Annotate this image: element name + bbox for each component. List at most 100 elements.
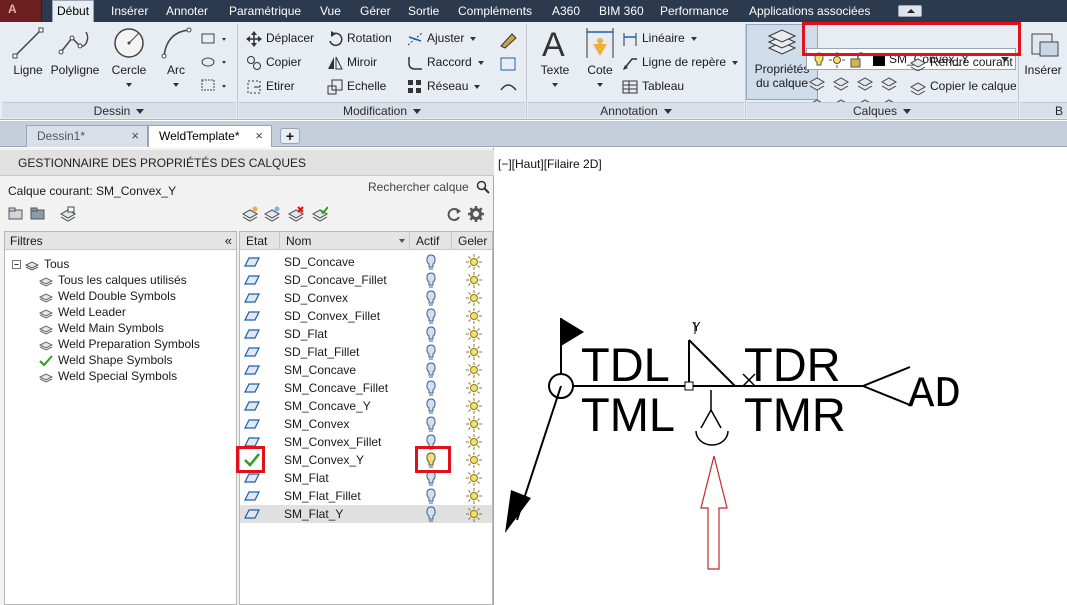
sun-thaw-icon[interactable] <box>466 308 482 324</box>
tab-inserer[interactable]: Insérer <box>107 0 152 22</box>
tab-annoter[interactable]: Annoter <box>162 0 212 22</box>
layer-row[interactable]: SD_Flat_Fillet <box>240 343 492 361</box>
tab-gerer[interactable]: Gérer <box>356 0 395 22</box>
ligne-button[interactable]: Ligne <box>8 26 48 77</box>
layer-row[interactable]: SD_Concave_Fillet <box>240 271 492 289</box>
tab-applications-associees[interactable]: Applications associées <box>745 0 874 22</box>
lightbulb-icon[interactable] <box>423 434 439 450</box>
lightbulb-icon[interactable] <box>423 470 439 486</box>
lightbulb-icon[interactable] <box>423 398 439 414</box>
new-layer-vp-frozen-icon[interactable] <box>264 206 280 222</box>
panel-title-calques[interactable]: Calques <box>747 102 1017 118</box>
filter-item[interactable]: Weld Leader <box>39 304 126 320</box>
close-icon[interactable]: × <box>131 126 139 146</box>
panel-title-block[interactable]: B <box>1020 102 1067 118</box>
sun-thaw-icon[interactable] <box>466 290 482 306</box>
refresh-icon[interactable] <box>446 206 462 222</box>
layer-states-manager-icon[interactable] <box>60 206 76 222</box>
sun-thaw-icon[interactable] <box>466 488 482 504</box>
layer-row[interactable]: SD_Convex_Fillet <box>240 307 492 325</box>
tableau-button[interactable]: Tableau <box>622 76 684 96</box>
rotation-button[interactable]: Rotation <box>327 28 392 48</box>
lightbulb-icon[interactable] <box>423 272 439 288</box>
sun-thaw-icon[interactable] <box>466 452 482 468</box>
deplacer-button[interactable]: Déplacer <box>246 28 314 48</box>
lightbulb-icon[interactable] <box>423 362 439 378</box>
doc-tab-dessin1[interactable]: Dessin1* × <box>26 125 148 147</box>
texte-button[interactable]: A Texte <box>534 26 576 91</box>
sun-thaw-icon[interactable] <box>466 470 482 486</box>
filter-item[interactable]: Weld Shape Symbols <box>39 352 173 368</box>
polyligne-button[interactable]: Polyligne <box>48 26 102 77</box>
tab-a360[interactable]: A360 <box>548 0 584 22</box>
reseau-button[interactable]: Réseau <box>407 76 481 96</box>
filter-tous[interactable]: Tous <box>12 256 69 272</box>
close-icon[interactable]: × <box>255 126 263 146</box>
layer-row[interactable]: SM_Convex <box>240 415 492 433</box>
tab-bim360[interactable]: BIM 360 <box>595 0 648 22</box>
lightbulb-icon[interactable] <box>423 416 439 432</box>
new-group-filter-icon[interactable] <box>30 206 46 222</box>
layer-row[interactable]: SM_Concave_Y <box>240 397 492 415</box>
arc-dropdown-arrow[interactable] <box>173 82 179 87</box>
tab-sortie[interactable]: Sortie <box>404 0 443 22</box>
sun-thaw-icon[interactable] <box>466 506 482 522</box>
layer-row[interactable]: SM_Concave <box>240 361 492 379</box>
new-layer-icon[interactable] <box>242 206 258 222</box>
layer-row[interactable]: SD_Convex <box>240 289 492 307</box>
drawing-canvas[interactable]: [−][Haut][Filaire 2D] TDL TDR TML TMR AD… <box>495 148 1067 605</box>
sun-thaw-icon[interactable] <box>466 254 482 270</box>
ribbon-options-button[interactable] <box>898 5 922 17</box>
column-nom[interactable]: Nom <box>280 232 410 250</box>
raccord-button[interactable]: Raccord <box>407 52 484 72</box>
sun-thaw-icon[interactable] <box>466 416 482 432</box>
tree-collapse-icon[interactable] <box>12 259 22 271</box>
lightbulb-icon[interactable] <box>423 488 439 504</box>
layer-row[interactable]: SD_Flat <box>240 325 492 343</box>
lineaire-button[interactable]: Linéaire <box>622 28 697 48</box>
doc-tab-weldtemplate[interactable]: WeldTemplate* × <box>148 125 272 147</box>
cote-button[interactable]: Cote <box>580 26 620 91</box>
set-current-icon[interactable] <box>312 206 328 222</box>
tab-vue[interactable]: Vue <box>316 0 345 22</box>
column-etat[interactable]: Etat <box>240 232 280 250</box>
column-geler[interactable]: Geler <box>452 232 492 250</box>
miroir-button[interactable]: Miroir <box>327 52 377 72</box>
panel-title-annotation[interactable]: Annotation <box>528 102 744 118</box>
ligne-repere-button[interactable]: Ligne de repère <box>622 52 739 72</box>
sun-thaw-icon[interactable] <box>466 434 482 450</box>
collapse-filters-icon[interactable]: « <box>225 232 232 250</box>
lightbulb-icon[interactable] <box>423 380 439 396</box>
sun-thaw-icon[interactable] <box>466 326 482 342</box>
lightbulb-icon[interactable] <box>423 308 439 324</box>
filter-item[interactable]: Tous les calques utilisés <box>39 272 187 288</box>
arc-button[interactable]: Arc <box>156 26 196 91</box>
column-actif[interactable]: Actif <box>410 232 452 250</box>
cercle-dropdown-arrow[interactable] <box>126 82 132 87</box>
lightbulb-icon[interactable] <box>423 326 439 342</box>
layer-row[interactable]: SM_Flat_Y <box>240 505 492 523</box>
sun-thaw-icon[interactable] <box>466 344 482 360</box>
filter-item[interactable]: Weld Special Symbols <box>39 368 177 384</box>
panel-title-dessin[interactable]: Dessin <box>2 102 236 118</box>
copier-button[interactable]: Copier <box>246 52 301 72</box>
lightbulb-icon[interactable] <box>423 344 439 360</box>
lightbulb-icon[interactable] <box>423 290 439 306</box>
echelle-button[interactable]: Echelle <box>327 76 386 96</box>
cercle-button[interactable]: Cercle <box>106 26 152 91</box>
gear-icon[interactable] <box>468 206 484 222</box>
ajuster-button[interactable]: Ajuster <box>407 28 477 48</box>
sun-thaw-icon[interactable] <box>466 380 482 396</box>
filter-item[interactable]: Weld Double Symbols <box>39 288 176 304</box>
rendre-courant-button[interactable]: Rendre courant <box>910 52 1013 72</box>
filter-item[interactable]: Weld Preparation Symbols <box>39 336 200 352</box>
tab-complements[interactable]: Compléments <box>454 0 536 22</box>
layer-search-input[interactable]: Rechercher calque <box>364 178 492 196</box>
lightbulb-icon[interactable] <box>423 506 439 522</box>
copier-le-calque-button[interactable]: Copier le calque <box>910 76 1017 96</box>
tab-debut[interactable]: Début <box>52 0 95 22</box>
filter-item[interactable]: Weld Main Symbols <box>39 320 164 336</box>
layer-row[interactable]: SM_Concave_Fillet <box>240 379 492 397</box>
delete-layer-icon[interactable] <box>288 206 304 222</box>
new-tab-button[interactable]: + <box>280 128 300 144</box>
